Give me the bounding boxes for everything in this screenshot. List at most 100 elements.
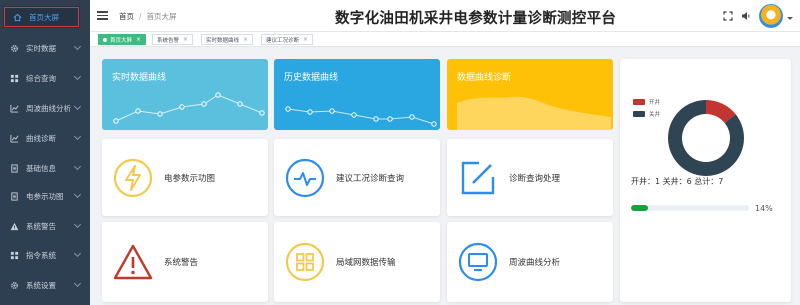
home-icon [12,12,22,22]
sidebar-item-0[interactable]: 首页大屏 [3,6,80,28]
user-avatar[interactable] [759,4,783,28]
sparkline-point [431,121,437,127]
sidebar-item-1[interactable]: 实时数据 [0,36,90,60]
legend-open[interactable]: 开井 [633,98,660,106]
breadcrumb: 首页 / 首页大屏 [119,11,177,22]
fullscreen-icon[interactable] [723,11,733,21]
sidebar-item-6[interactable]: 电参示功图 [0,184,90,208]
chevron-down-icon [73,72,82,81]
close-tab-icon[interactable]: × [303,36,308,43]
sidebar-item-label: 综合查询 [26,73,56,83]
grid-icon [9,73,19,83]
page-title: 数字化油田机采井电参数计量诊断测控平台 [335,11,617,27]
chevron-down-icon [73,279,82,288]
pulse-icon [284,157,326,199]
sparkline-point [351,112,357,118]
tab-3[interactable]: 建议工况诊断 × [261,34,314,45]
function-card-label: 局域网数据传输 [336,258,396,268]
chevron-down-icon [73,190,82,199]
area-wave [457,96,611,130]
close-tab-icon[interactable]: × [183,36,188,43]
sparkline-point [179,104,185,110]
function-card-4[interactable]: 局域网数据传输 [274,222,440,302]
sparkline-point [409,114,415,120]
legend-closed[interactable]: 关井 [633,110,660,118]
sidebar-item-label: 系统设置 [26,280,56,290]
chevron-down-icon [73,220,82,229]
function-card-label: 诊断查询处理 [509,173,561,184]
sidebar-item-4[interactable]: 曲线诊断 [0,126,90,150]
sparkline-point [307,109,313,115]
volume-icon[interactable] [741,11,751,21]
sparkline-point [135,108,141,114]
sidebar-item-9[interactable]: 系统设置 [0,273,90,297]
edit-icon [457,157,499,199]
warning-icon [9,221,19,231]
monitor-icon [457,241,499,283]
chart-card-title: 数据曲线诊断 [457,73,512,83]
tab-label: 首页大屏 [110,37,133,44]
tab-label: 实时数据曲线 [206,37,240,44]
chevron-down-icon [73,102,82,111]
function-card-label: 系统警告 [164,258,199,268]
legend-open-label: 开井 [649,100,661,106]
well-status-donut-chart [668,100,744,176]
sparkline-point [215,92,221,98]
chevron-down-icon [73,249,82,258]
grid-icon [284,241,326,283]
active-dot-icon [103,37,107,42]
sidebar: 首页大屏实时数据综合查询周波曲线分析 曲线诊断基础信息电参示功图系统警告指令系统系… [0,0,90,305]
sparkline-point [285,106,291,112]
function-card-5[interactable]: 周波曲线分析 [447,222,613,302]
function-card-0[interactable]: 电参数示功图 [102,139,268,216]
function-card-2[interactable]: 诊断查询处理 [447,139,613,216]
sparkline [115,94,263,122]
sidebar-item-8[interactable]: 指令系统 [0,243,90,267]
sparkline-point [329,108,335,114]
tab-0[interactable]: 首页大屏 × [98,34,147,45]
progress-percent: 14% [755,204,773,213]
close-tab-icon[interactable]: × [136,36,141,43]
header: 首页 / 首页大屏 数字化油田机采井电参数计量诊断测控平台 [90,0,800,32]
chart-card-2[interactable]: 数据曲线诊断 [447,59,613,130]
breadcrumb-home[interactable]: 首页 [119,12,134,21]
sparkline-point [259,110,265,116]
tab-1[interactable]: 系统告警 × [152,34,194,45]
sparkline-point [113,118,119,124]
hamburger-menu-icon[interactable] [97,11,108,20]
tab-2[interactable]: 实时数据曲线 × [201,34,254,45]
chevron-down-icon [73,42,82,51]
sidebar-item-label: 曲线诊断 [26,133,56,143]
chart-card-0[interactable]: 实时数据曲线 [102,59,268,130]
chevron-down-icon [73,162,82,171]
tab-label: 系统告警 [157,37,180,44]
grid-icon [9,250,19,260]
sidebar-item-label: 电参示功图 [26,191,64,201]
breadcrumb-separator: / [139,12,142,21]
legend-closed-label: 关井 [649,112,661,118]
gear-icon [9,43,19,53]
legend-open-swatch [633,99,645,105]
tags-view-bar: 首页大屏 × 系统告警 × 实时数据曲线 × 建议工况诊断 × [90,32,800,47]
sidebar-item-2[interactable]: 综合查询 [0,66,90,90]
breadcrumb-current: 首页大屏 [146,12,177,21]
chart-card-title: 实时数据曲线 [112,73,167,83]
sidebar-item-label: 周波曲线分析 [26,103,71,113]
chevron-down-icon[interactable] [787,17,793,20]
chart-card-1[interactable]: 历史数据曲线 [274,59,440,130]
sidebar-item-label: 系统警告 [26,221,56,231]
sidebar-item-label: 基础信息 [26,163,56,173]
sidebar-item-7[interactable]: 系统警告 [0,214,90,238]
lightning-icon [112,157,154,199]
chart-icon [9,103,19,113]
sidebar-item-5[interactable]: 基础信息 [0,156,90,180]
sparkline-point [387,116,393,122]
function-card-1[interactable]: 建议工况诊断查询 [274,139,440,216]
close-tab-icon[interactable]: × [243,36,248,43]
document-icon [9,163,19,173]
function-card-3[interactable]: 系统警告 [102,222,268,302]
function-card-label: 电参数示功图 [164,173,216,184]
function-card-label: 建议工况诊断查询 [336,173,405,184]
sidebar-item-3[interactable]: 周波曲线分析 [0,96,90,120]
progress-fill [631,205,648,211]
